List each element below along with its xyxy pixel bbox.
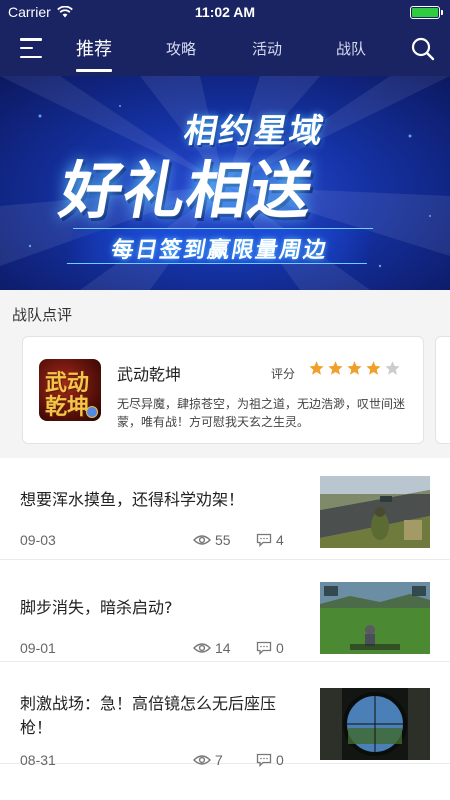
news-date: 08-31 [20,752,56,768]
tab-guides[interactable]: 攻略 [166,38,196,59]
view-count: 14 [193,640,231,656]
rating-label: 评分 [271,367,296,381]
battery-icon [410,6,443,19]
news-thumbnail [320,476,430,548]
comment-count: 4 [256,532,284,548]
banner-title: 好礼相送 [54,154,320,227]
star-icon [309,361,324,375]
view-count-value: 14 [215,640,231,656]
status-bar: Carrier 11:02 AM [0,0,450,24]
star-icon [385,361,400,375]
tab-teams[interactable]: 战队 [336,38,366,59]
rating-stars [308,360,401,377]
news-thumbnail [320,688,430,760]
star-icon [328,361,343,375]
news-title: 刺激战场：急！高倍镜怎么无后座压枪！ [20,694,277,737]
comment-icon [256,641,272,655]
news-date: 09-01 [20,640,56,656]
comment-count: 0 [256,640,284,656]
comment-count: 0 [256,752,284,768]
banner-tagline: 每日签到赢限量周边 [109,238,330,263]
promo-banner[interactable]: 相约星域 好礼相送 每日签到赢限量周边 [0,76,450,290]
tab-recommend[interactable]: 推荐 [76,35,112,72]
view-count: 55 [193,532,231,548]
news-item[interactable]: 脚步消失，暗杀启动? 09-01 14 0 [0,560,450,662]
news-item[interactable]: 刺激战场：急！高倍镜怎么无后座压枪！ 08-31 7 0 [0,662,450,768]
next-review-card[interactable] [435,336,450,444]
news-thumbnail [320,582,430,654]
comment-icon [256,753,272,767]
game-badge-icon [86,406,98,418]
team-description: 无尽异魔，肆掠苍空，为祖之道，无边浩渺，叹世间迷蒙，唯有战！方可慰我天玄之生灵。 [117,397,406,429]
comment-count-value: 0 [276,640,284,656]
comment-count-value: 0 [276,752,284,768]
view-count-value: 55 [215,532,231,548]
news-list: 想要浑水摸鱼，还得科学劝架！ 09-03 55 4 脚步消失，暗杀启动? 09-… [0,458,450,800]
star-icon [366,361,381,375]
news-title: 想要浑水摸鱼，还得科学劝架！ [20,490,245,509]
comment-count-value: 4 [276,532,284,548]
game-icon: 武动 乾坤 [39,359,101,421]
team-name: 武动乾坤 [117,365,182,384]
team-review-card[interactable]: 武动 乾坤 武动乾坤 评分 无尽异魔，肆掠苍空，为祖之道，无边浩渺，叹世间迷蒙，… [22,336,424,444]
team-review-section: 战队点评 武动 乾坤 武动乾坤 评分 无尽异魔，肆掠苍空，为祖之道，无边浩渺，叹… [0,290,450,458]
star-icon [347,361,362,375]
nav-bar: 推荐 攻略 活动 战队 [0,24,450,76]
news-title: 脚步消失，暗杀启动? [20,598,173,617]
eye-icon [193,535,211,545]
status-time: 11:02 AM [194,4,256,20]
comment-icon [256,533,272,547]
eye-icon [193,643,211,653]
news-item[interactable]: 想要浑水摸鱼，还得科学劝架！ 09-03 55 4 [0,458,450,560]
game-icon-text-bottom: 乾坤 [45,394,90,420]
menu-icon[interactable] [20,38,42,58]
view-count-value: 7 [215,752,223,768]
section-title: 战队点评 [12,306,73,324]
search-icon[interactable] [410,36,436,62]
eye-icon [193,755,211,765]
view-count: 7 [193,752,223,768]
tab-events[interactable]: 活动 [252,38,282,59]
news-date: 09-03 [20,532,56,548]
